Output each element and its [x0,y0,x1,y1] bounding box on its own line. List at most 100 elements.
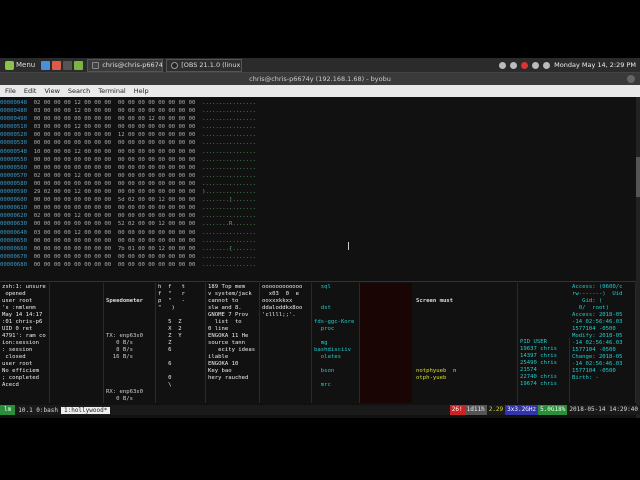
pane-line: \ [158,382,172,388]
close-icon[interactable] [627,75,635,83]
pane-tree[interactable]: sql dst fds-ggc-Kore proc mg bashdisciiv … [312,283,360,403]
pane-line [106,326,153,333]
pane-text[interactable]: 189 Top mem v system/jack cannot to slw and… [206,283,260,403]
hex-offset: 00000048 [0,100,27,106]
terminal-launcher-icon[interactable] [63,60,73,70]
menu-view[interactable]: View [44,87,59,95]
pane-line [106,382,153,389]
terminal-area[interactable]: 00000048 02 00 00 00 12 00 00 00 00 00 0… [0,97,640,418]
menu-file[interactable]: File [5,87,16,95]
files-launcher-icon[interactable] [74,60,84,70]
hex-offset: 00000560 [0,164,27,171]
app-launcher-icon[interactable] [52,60,62,70]
pane-speedometer[interactable]: Speedometer TX: enp63s0 0 B/s 8 B/s 16 B… [104,283,156,403]
browser-launcher-icon[interactable] [41,60,51,70]
pane-line: Modify: 2018-05 [572,333,623,339]
terminal-icon [92,61,100,69]
hex-bytes: 02 00 00 00 12 00 00 00 00 00 00 00 00 0… [26,213,196,220]
pane-line: sql [314,284,331,290]
hex-bytes: 00 00 00 00 00 00 00 00 7b 01 00 00 12 0… [26,245,196,252]
hex-bytes: 00 00 00 00 00 00 00 00 00 00 00 00 00 0… [26,164,196,171]
hexdump-line: 00000048 02 00 00 00 12 00 00 00 00 00 0… [0,99,636,107]
taskbar-item-obs[interactable]: [OBS 21.1.0 (linux) - [166,58,243,72]
hex-bytes: 00 00 00 00 00 00 00 00 00 00 00 00 00 0… [26,205,196,212]
pane-line: dst [314,305,331,311]
pane-line: 19637 chris [520,346,558,352]
power-icon[interactable] [543,61,551,69]
hex-ascii: ................ [195,229,256,236]
pane-line: notphyueb n [416,368,457,374]
hexdump-line: 00000660 00 00 00 00 00 00 00 00 7b 01 0… [0,245,636,253]
mint-logo-icon [5,60,14,70]
pane-line: TX: enp63s0 [106,333,144,339]
hex-ascii: ................ [195,213,256,220]
pane-line: mrc [314,382,331,388]
pane-line [416,333,515,340]
pane-line: bson [314,368,335,374]
record-icon[interactable] [521,61,529,69]
status-window-0[interactable]: 10.1 0:bash [15,407,61,414]
bluetooth-icon[interactable] [532,61,540,69]
status-datetime: 2018-05-14 14:29:40 [569,406,638,413]
pane-line: mg [314,340,328,346]
top-panel: Menu chris@chris-p6674y: [OBS 21.1.0 (li… [0,58,640,73]
pane-top[interactable]: PID USER 19637 chris 14397 chris 25490 chri… [518,338,570,403]
pane-line: ENGOKA 11 He [208,333,249,339]
pane-line: Access: (0600/c [572,284,623,290]
hexdump-line: 00000610 00 00 00 00 00 00 00 00 00 00 0… [0,204,636,212]
network-icon[interactable] [499,61,507,69]
hex-offset: 00000510 [0,124,27,131]
pane-log[interactable]: zsh:1: unsure opened user root's :nmlenm M… [0,283,50,403]
menu-search[interactable]: Search [68,87,90,95]
pane-line: : session [2,347,33,353]
pane-line: opened [2,291,26,297]
pane-line: 0/ root) [572,305,610,311]
pane-line: Access: 2018-05 [572,312,623,318]
menu-button[interactable]: Menu [0,58,40,73]
pane-line [416,382,515,389]
hex-offset: 00000600 [0,197,27,204]
pane-line: PID USER [520,339,547,345]
pane-line: 6 [158,361,172,367]
hexdump-line: 00000630 00 00 00 00 00 00 00 00 52 02 0… [0,220,636,228]
menu-help[interactable]: Help [134,87,149,95]
pane-line [416,347,515,354]
hex-bytes: 00 00 00 00 00 00 00 00 00 00 00 12 00 0… [26,116,196,123]
pane-line [416,319,515,326]
audio-icon[interactable] [510,61,518,69]
pane-line: 's :nmlenm [2,305,36,311]
hexdump-line: 00000490 00 00 00 00 00 00 00 00 00 00 0… [0,115,636,123]
pane-ascii-art[interactable]: oooooooooooo x03 0 e ooxxxkkxx ddaloddkx8o… [260,283,312,403]
hex-bytes: 00 00 00 00 00 00 00 00 00 00 00 00 00 0… [26,156,196,163]
hex-bytes: 00 00 00 00 00 00 00 00 00 00 00 00 00 0… [26,253,196,260]
hex-bytes: 00 00 00 00 00 00 00 00 5d 02 00 00 12 0… [26,197,196,204]
hex-offset: 00000570 [0,172,27,179]
hex-ascii: ................ [195,132,256,139]
pane-line: X 2 [158,326,182,332]
menu-terminal[interactable]: Terminal [98,87,125,95]
pane-line: 21574 [520,367,537,373]
menu-edit[interactable]: Edit [24,87,37,95]
scrollbar[interactable] [636,97,640,418]
pane-line: rw-------) Uid [572,291,623,297]
speedometer-title: Speedometer [106,298,144,304]
status-window-1[interactable]: 1:hollywood* [60,406,111,414]
status-memory: 5.0G18% [538,405,568,415]
hex-offset: 00000650 [0,237,27,244]
window-titlebar[interactable]: chris@chris-p6674y (192.168.1.68) - byob… [0,73,640,85]
pane-line: No efficiem [2,368,40,374]
hex-ascii: ........{....... [195,245,256,252]
hex-ascii: ................ [195,261,256,268]
taskbar-item-terminal[interactable]: chris@chris-p6674y: [87,58,164,72]
scrollbar-thumb[interactable] [636,157,640,197]
hexdump-line: 00000480 03 00 00 00 12 00 00 00 00 00 0… [0,107,636,115]
pane-line: fds-ggc-Kore [314,319,355,325]
pane-line [158,368,203,375]
pane-line: h f t [158,284,185,290]
pane-line: 'cllll;;'. [262,312,296,318]
pane-stat[interactable]: Access: (0600/c rw-------) Uid Gid: ( 0/ … [570,283,636,403]
pane-line: 25490 chris [520,360,558,366]
pane-chars[interactable]: h f tf " rp " - " ) 5 Z X 2 Z Y Z 6 6 0 \ [156,283,206,403]
pane-screen[interactable]: Screen must notphyueb n otph-yueb [414,283,518,403]
clock[interactable]: Monday May 14, 2:29 PM [554,61,636,69]
